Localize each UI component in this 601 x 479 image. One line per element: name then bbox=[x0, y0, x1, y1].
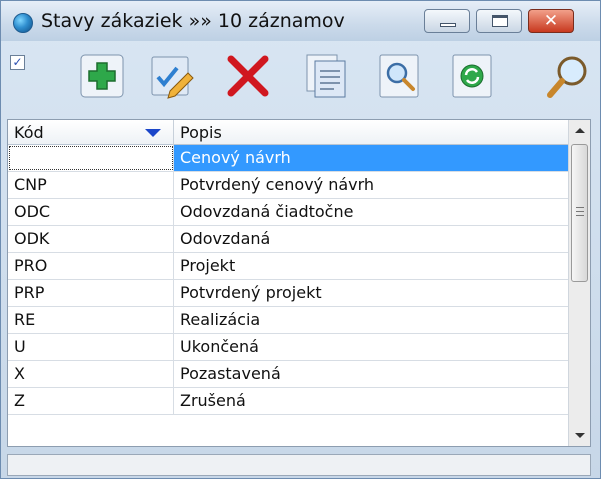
table-row[interactable]: RE Realizácia bbox=[8, 307, 568, 334]
cell-popis: Cenový návrh bbox=[174, 145, 568, 171]
cell-kod: PRO bbox=[8, 253, 174, 279]
table-row[interactable]: ODK Odovzdaná bbox=[8, 226, 568, 253]
table-row[interactable]: Cenový návrh bbox=[8, 145, 568, 172]
grip-line bbox=[576, 207, 584, 208]
grid-header: Kód Popis bbox=[8, 120, 568, 145]
column-header-popis[interactable]: Popis bbox=[174, 120, 568, 145]
cell-kod: PRP bbox=[8, 280, 174, 306]
minimize-icon bbox=[440, 23, 456, 27]
add-button[interactable] bbox=[77, 51, 127, 101]
edit-button[interactable] bbox=[146, 51, 196, 101]
search-icon bbox=[547, 56, 587, 98]
cell-popis: Odovzdaná bbox=[180, 229, 271, 248]
search-button[interactable] bbox=[544, 51, 594, 101]
select-all-checkbox[interactable]: ✓ bbox=[10, 55, 25, 70]
window-title: Stavy zákaziek »» 10 záznamov bbox=[41, 10, 345, 32]
sort-descending-icon[interactable] bbox=[145, 129, 161, 137]
add-icon bbox=[80, 54, 124, 98]
maximize-button[interactable] bbox=[476, 9, 522, 33]
table-row[interactable]: PRP Potvrdený projekt bbox=[8, 280, 568, 307]
grip-line bbox=[576, 211, 584, 212]
cell-popis: Potvrdený projekt bbox=[180, 283, 322, 302]
grip-line bbox=[576, 215, 584, 216]
scrollbar-thumb[interactable] bbox=[571, 144, 588, 282]
cell-popis: Realizácia bbox=[180, 310, 261, 329]
edit-icon bbox=[151, 56, 194, 99]
refresh-button[interactable] bbox=[447, 51, 497, 101]
vertical-scrollbar[interactable] bbox=[568, 120, 590, 446]
cell-popis: Pozastavená bbox=[180, 364, 281, 383]
app-globe-icon bbox=[13, 13, 33, 33]
table-row[interactable]: U Ukončená bbox=[8, 334, 568, 361]
table-row[interactable]: PRO Projekt bbox=[8, 253, 568, 280]
preview-icon bbox=[379, 54, 419, 98]
cell-kod bbox=[8, 145, 174, 171]
table-row[interactable]: X Pozastavená bbox=[8, 361, 568, 388]
maximize-icon bbox=[492, 15, 508, 27]
cell-popis: Zrušená bbox=[180, 391, 246, 410]
delete-icon bbox=[227, 55, 269, 97]
title-bar[interactable]: Stavy zákaziek »» 10 záznamov ✕ bbox=[1, 1, 600, 41]
cell-popis: Potvrdený cenový návrh bbox=[180, 175, 375, 194]
scroll-down-button[interactable] bbox=[569, 424, 590, 446]
delete-button[interactable] bbox=[223, 51, 273, 101]
arrow-down-icon bbox=[575, 433, 585, 438]
copy-button[interactable] bbox=[301, 51, 351, 101]
cell-kod: RE bbox=[8, 307, 174, 333]
preview-button[interactable] bbox=[374, 51, 424, 101]
cell-kod: Z bbox=[8, 388, 174, 414]
table-row[interactable]: CNP Potvrdený cenový návrh bbox=[8, 172, 568, 199]
cell-popis: Projekt bbox=[180, 256, 236, 275]
arrow-up-icon bbox=[575, 128, 585, 133]
scroll-up-button[interactable] bbox=[569, 120, 590, 142]
records-grid: Kód Popis Cenový návrh CNP Potvrdený cen… bbox=[7, 119, 591, 447]
status-bar bbox=[7, 454, 591, 476]
copy-icon bbox=[306, 54, 346, 98]
cell-kod: U bbox=[8, 334, 174, 360]
cell-kod: ODK bbox=[8, 226, 174, 252]
cell-kod: CNP bbox=[8, 172, 174, 198]
cell-popis: Ukončená bbox=[180, 337, 259, 356]
toolbar: ✓ bbox=[1, 41, 600, 119]
cell-kod: ODC bbox=[8, 199, 174, 225]
minimize-button[interactable] bbox=[424, 9, 470, 33]
close-button[interactable]: ✕ bbox=[528, 9, 574, 33]
cell-popis: Odovzdaná čiadtočne bbox=[180, 202, 354, 221]
close-icon: ✕ bbox=[543, 11, 559, 31]
table-row[interactable]: ODC Odovzdaná čiadtočne bbox=[8, 199, 568, 226]
refresh-icon bbox=[452, 54, 492, 98]
table-row[interactable]: Z Zrušená bbox=[8, 388, 568, 415]
app-window: Stavy zákaziek »» 10 záznamov ✕ ✓ Kód Po… bbox=[0, 0, 601, 479]
cell-kod: X bbox=[8, 361, 174, 387]
